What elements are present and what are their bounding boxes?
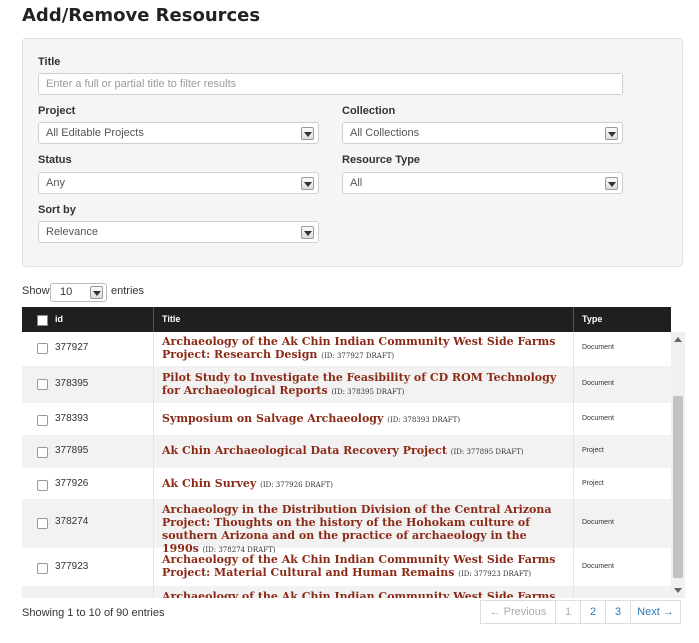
- row-id-tag: (ID: 378393 DRAFT): [387, 416, 461, 424]
- row-checkbox[interactable]: [37, 343, 48, 354]
- row-type: Document: [582, 380, 614, 387]
- scroll-up-arrow-icon[interactable]: [674, 337, 682, 342]
- entries-per-page-select[interactable]: 10: [50, 283, 107, 302]
- select-all-checkbox[interactable]: [37, 315, 48, 326]
- resource-type-select[interactable]: All: [342, 172, 623, 194]
- table-header: id Title Type: [22, 307, 671, 332]
- title-filter-input[interactable]: Enter a full or partial title to filter …: [38, 73, 623, 95]
- sort-by-select-value: Relevance: [46, 226, 98, 238]
- chevron-down-icon: [605, 127, 618, 140]
- title-header-label: Title: [162, 314, 181, 324]
- column-divider: [573, 332, 574, 598]
- row-id: 378393: [55, 413, 89, 424]
- scrollbar-thumb[interactable]: [673, 396, 683, 578]
- project-select[interactable]: All Editable Projects: [38, 122, 319, 144]
- row-type: Project: [582, 447, 604, 454]
- sort-by-select[interactable]: Relevance: [38, 221, 319, 243]
- row-id: 377895: [55, 445, 89, 456]
- type-header-label: Type: [582, 314, 603, 324]
- row-id: 377927: [55, 342, 89, 353]
- page-3-button[interactable]: 3: [605, 600, 631, 624]
- chevron-down-icon: [301, 177, 314, 190]
- row-id-tag: (ID: 378395 DRAFT): [331, 388, 405, 396]
- row-title-link[interactable]: Pilot Study to Investigate the Feasibili…: [162, 371, 567, 399]
- row-type: Document: [582, 415, 614, 422]
- id-header-label: id: [55, 314, 63, 324]
- table-info: Showing 1 to 10 of 90 entries: [22, 607, 165, 619]
- row-checkbox[interactable]: [37, 415, 48, 426]
- next-page-button[interactable]: Next →: [630, 600, 681, 624]
- resource-type-filter-label: Resource Type: [342, 154, 421, 166]
- collection-select[interactable]: All Collections: [342, 122, 623, 144]
- chevron-down-icon: [301, 127, 314, 140]
- row-checkbox[interactable]: [37, 379, 48, 390]
- row-title-link[interactable]: Ak Chin Archaeological Data Recovery Pro…: [162, 444, 567, 459]
- previous-page-button[interactable]: ← Previous: [480, 600, 556, 624]
- title-column-header[interactable]: Title: [153, 307, 573, 332]
- entries-per-page-value: 10: [60, 286, 73, 298]
- status-select-value: Any: [46, 177, 65, 189]
- row-id-tag: (ID: 377926 DRAFT): [260, 481, 333, 489]
- filter-panel: Title Enter a full or partial title to f…: [22, 38, 683, 267]
- chevron-down-icon: [301, 226, 314, 239]
- title-filter-label: Title: [38, 56, 61, 68]
- row-checkbox[interactable]: [37, 480, 48, 491]
- row-title-link[interactable]: Symposium on Salvage Archaeology (ID: 37…: [162, 412, 567, 427]
- page-title: Add/Remove Resources: [22, 5, 261, 26]
- row-title-text: Symposium on Salvage Archaeology: [162, 412, 384, 425]
- row-id: 378395: [55, 378, 89, 389]
- row-title-link[interactable]: Ak Chin Survey (ID: 377926 DRAFT): [162, 477, 567, 492]
- row-id: 378274: [55, 516, 89, 527]
- row-id: 377923: [55, 561, 89, 572]
- resource-type-select-value: All: [350, 177, 363, 189]
- pagination: ← Previous 1 2 3 Next →: [480, 600, 681, 624]
- page-1-button[interactable]: 1: [555, 600, 581, 624]
- row-id-tag: (ID: 377895 DRAFT): [450, 448, 524, 456]
- row-id-tag: (ID: 377927 DRAFT): [321, 352, 395, 360]
- row-title-link[interactable]: Archaeology of the Ak Chin Indian Commun…: [162, 553, 567, 581]
- chevron-down-icon: [605, 177, 618, 190]
- row-id: 377926: [55, 478, 89, 489]
- id-column-header[interactable]: id: [22, 307, 153, 332]
- row-type: Document: [582, 563, 614, 570]
- project-filter-label: Project: [38, 105, 76, 117]
- row-type: Document: [582, 344, 614, 351]
- status-select[interactable]: Any: [38, 172, 319, 194]
- table-scrollbar[interactable]: [671, 332, 685, 598]
- length-menu-prefix: Show: [22, 285, 50, 297]
- scroll-down-arrow-icon[interactable]: [674, 588, 682, 593]
- row-checkbox[interactable]: [37, 563, 48, 574]
- status-filter-label: Status: [38, 154, 72, 166]
- row-type: Project: [582, 480, 604, 487]
- row-title-link[interactable]: Archaeology of the Ak Chin Indian Commun…: [162, 590, 567, 598]
- type-column-header[interactable]: Type: [573, 307, 671, 332]
- chevron-down-icon: [90, 286, 103, 299]
- row-title-text: Archaeology of the Ak Chin Indian Commun…: [162, 590, 556, 598]
- collection-filter-label: Collection: [342, 105, 396, 117]
- row-title-text: Ak Chin Archaeological Data Recovery Pro…: [162, 444, 447, 457]
- row-type: Document: [582, 519, 614, 526]
- row-checkbox[interactable]: [37, 518, 48, 529]
- collection-select-value: All Collections: [350, 127, 420, 139]
- page-2-button[interactable]: 2: [580, 600, 606, 624]
- sort-by-label: Sort by: [38, 204, 76, 216]
- project-select-value: All Editable Projects: [46, 127, 144, 139]
- row-title-link[interactable]: Archaeology of the Ak Chin Indian Commun…: [162, 335, 567, 363]
- row-id-tag: (ID: 377923 DRAFT): [458, 570, 532, 578]
- column-divider: [153, 332, 154, 598]
- row-title-text: Ak Chin Survey: [162, 477, 257, 490]
- row-checkbox[interactable]: [37, 447, 48, 458]
- results-table-body: 377927 Archaeology of the Ak Chin Indian…: [22, 332, 685, 598]
- length-menu-suffix: entries: [111, 285, 145, 297]
